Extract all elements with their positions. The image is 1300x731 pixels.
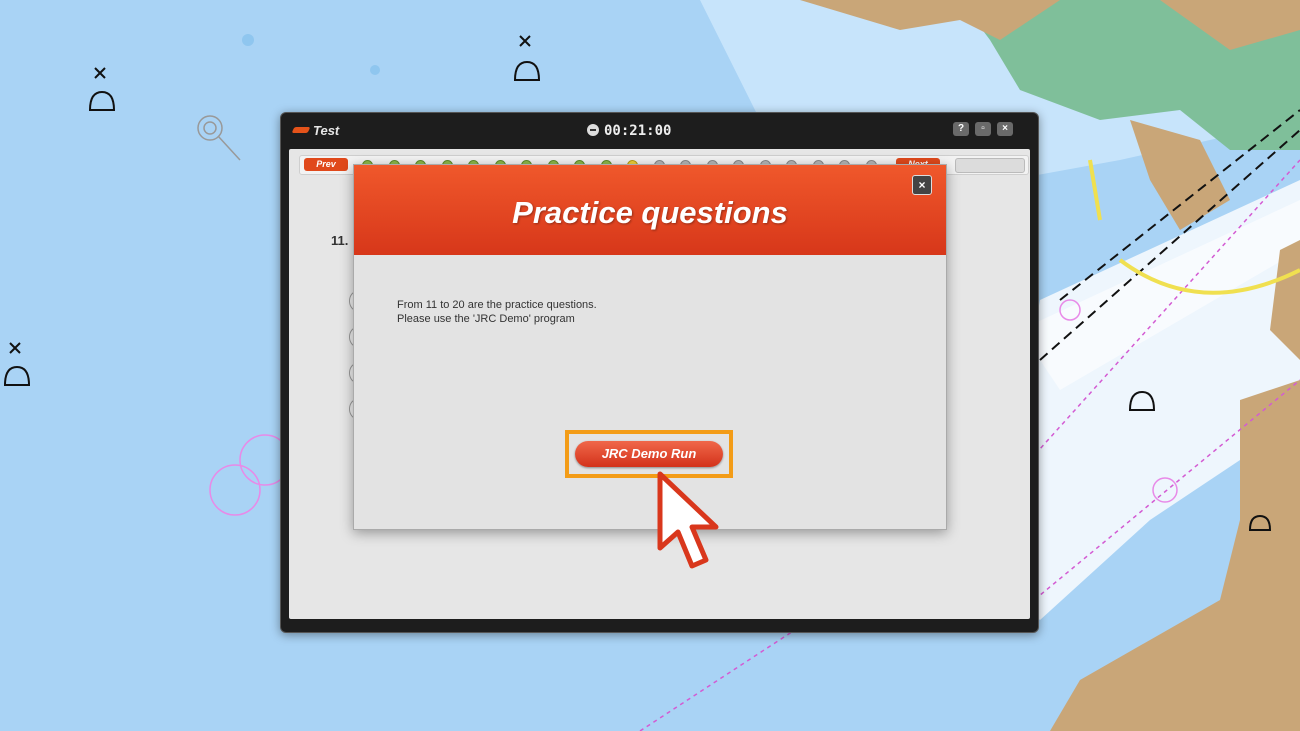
submit-button[interactable] [955, 158, 1025, 173]
window-title: Test [313, 123, 340, 138]
dialog-message: From 11 to 20 are the practice questions… [397, 298, 597, 326]
app-logo-icon [291, 127, 311, 133]
countdown-timer: 00:21:00 [604, 123, 672, 139]
dialog-message-line: From 11 to 20 are the practice questions… [397, 299, 597, 311]
dialog-message-line: Please use the 'JRC Demo' program [397, 313, 575, 325]
dialog-close-button[interactable]: × [912, 175, 932, 195]
pointer-cursor-icon [657, 471, 719, 569]
dialog-title: Practice questions [512, 195, 788, 230]
help-button[interactable]: ? [953, 122, 969, 136]
clock-icon [587, 124, 599, 136]
window-close-button[interactable]: × [997, 122, 1013, 136]
question-number: 11. [331, 233, 349, 248]
minimize-button[interactable]: ▫ [975, 122, 991, 136]
jrc-demo-run-button[interactable]: JRC Demo Run [575, 441, 723, 467]
dialog-header: Practice questions × [354, 165, 946, 255]
title-bar[interactable]: Test 00:21:00 ? ▫ × [281, 113, 1038, 147]
prev-button[interactable]: Prev [304, 158, 348, 171]
